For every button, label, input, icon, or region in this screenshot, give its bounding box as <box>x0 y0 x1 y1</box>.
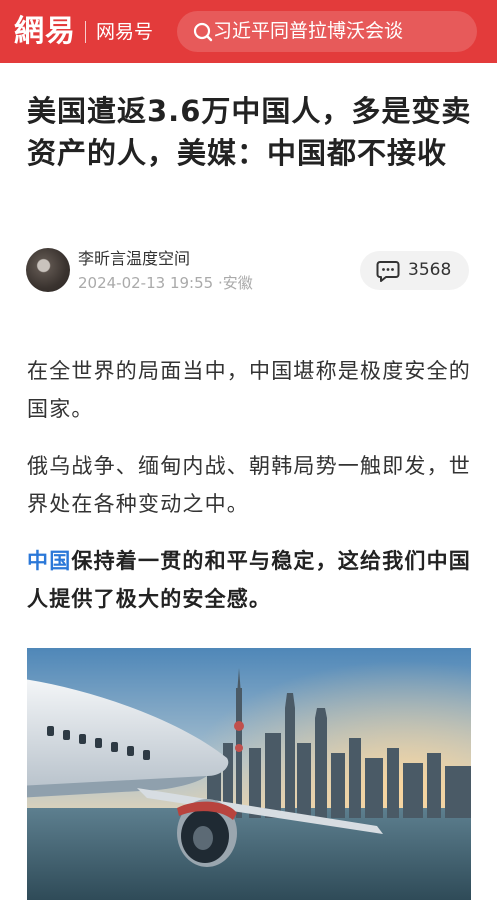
author-avatar[interactable] <box>26 248 70 292</box>
article-meta: 2024-02-13 19:55 ·安徽 <box>78 273 253 293</box>
publish-date: 2024-02-13 19:55 <box>78 274 214 292</box>
header-divider <box>85 21 86 43</box>
comment-icon <box>376 261 400 282</box>
china-topic-link[interactable]: 中国 <box>27 549 71 573</box>
article-image[interactable] <box>27 648 471 900</box>
comment-button[interactable]: 3568 <box>360 251 469 290</box>
search-bar[interactable]: 习近平同普拉博沃会谈 <box>177 11 477 52</box>
paragraph-1: 在全世界的局面当中，中国堪称是极度安全的国家。 <box>27 359 471 421</box>
paragraph-2: 俄乌战争、缅甸内战、朝韩局势一触即发，世界处在各种变动之中。 <box>27 454 471 516</box>
airplane-skyline-illustration <box>27 648 471 900</box>
top-bar: 網易 网易号 习近平同普拉博沃会谈 <box>0 0 497 63</box>
search-suggestion: 习近平同普拉博沃会谈 <box>213 20 404 42</box>
paragraph-3: 中国保持着一贯的和平与稳定，这给我们中国人提供了极大的安全感。 <box>27 542 472 618</box>
netease-logo[interactable]: 網易 <box>14 14 76 50</box>
publish-location: 安徽 <box>222 274 253 292</box>
author-name[interactable]: 李昕言温度空间 <box>78 249 190 269</box>
search-icon <box>193 22 213 42</box>
channel-label[interactable]: 网易号 <box>96 19 153 45</box>
paragraph-3-text: 保持着一贯的和平与稳定，这给我们中国人提供了极大的安全感。 <box>27 549 472 611</box>
comment-count: 3568 <box>408 260 452 280</box>
article-title: 美国遣返3.6万中国人，多是变卖资产的人，美媒：中国都不接收 <box>27 94 472 170</box>
